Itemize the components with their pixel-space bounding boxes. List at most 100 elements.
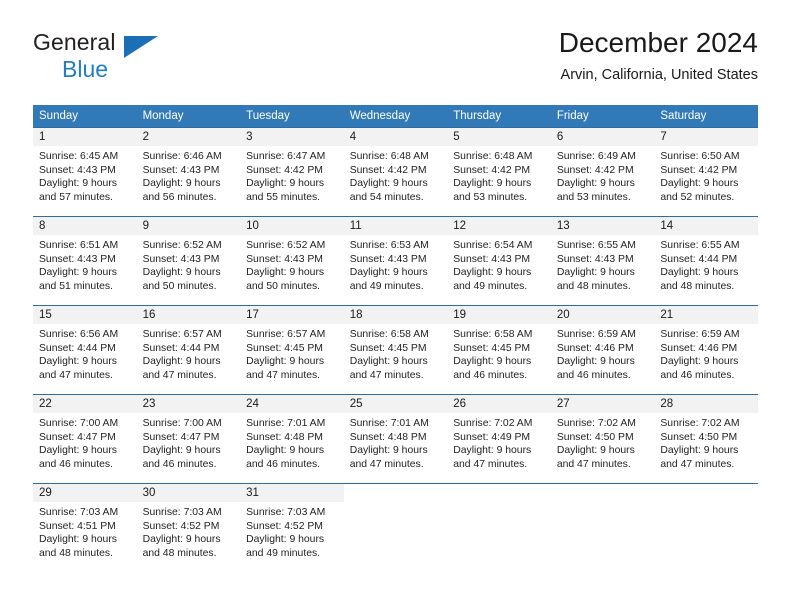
sunset-text: Sunset: 4:47 PM	[142, 431, 220, 443]
page-header: General Blue December 2024 Arvin, Califo…	[33, 26, 758, 94]
day-number: 7	[654, 128, 758, 146]
day-number: 27	[550, 395, 655, 413]
day-number: 26	[447, 395, 551, 413]
sunset-text: Sunset: 4:43 PM	[349, 253, 427, 265]
day-details: Sunrise: 6:59 AM Sunset: 4:46 PM Daylight:…	[551, 324, 655, 382]
calendar-day-cell-empty	[447, 483, 551, 568]
calendar-day-cell[interactable]: 26 Sunrise: 7:02 AM Sunset: 4:49 PM Dayligh…	[447, 394, 551, 484]
sunset-text: Sunset: 4:42 PM	[349, 164, 427, 176]
day-details: Sunrise: 7:03 AM Sunset: 4:51 PM Daylight:…	[33, 502, 137, 560]
sunset-text: Sunset: 4:43 PM	[142, 253, 220, 265]
daylight-text-line1: Daylight: 9 hours	[349, 267, 428, 279]
calendar-day-cell[interactable]: 23 Sunrise: 7:00 AM Sunset: 4:47 PM Dayligh…	[136, 394, 241, 484]
daylight-text-line2: and 47 minutes.	[246, 369, 321, 381]
sunset-text: Sunset: 4:42 PM	[660, 164, 738, 176]
calendar-day-cell[interactable]: 3 Sunrise: 6:47 AM Sunset: 4:42 PM Daylight…	[240, 127, 344, 217]
sunrise-text: Sunrise: 6:57 AM	[142, 329, 222, 340]
daylight-text-line1: Daylight: 9 hours	[246, 534, 325, 546]
day-number: 29	[33, 484, 137, 502]
day-number: 4	[343, 128, 448, 146]
day-number: 8	[33, 217, 137, 235]
daylight-text-line1: Daylight: 9 hours	[556, 445, 635, 457]
sunset-text: Sunset: 4:46 PM	[556, 342, 634, 354]
day-number: 10	[240, 217, 344, 235]
sunrise-text: Sunrise: 7:00 AM	[39, 418, 119, 429]
weekday-header-tuesday: Tuesday	[240, 105, 344, 128]
day-number: 5	[447, 128, 551, 146]
day-details: Sunrise: 6:49 AM Sunset: 4:42 PM Daylight:…	[551, 146, 655, 204]
daylight-text-line1: Daylight: 9 hours	[142, 178, 221, 190]
daylight-text-line1: Daylight: 9 hours	[142, 534, 221, 546]
calendar-day-cell[interactable]: 10 Sunrise: 6:52 AM Sunset: 4:43 PM Dayligh…	[240, 216, 344, 306]
daylight-text-line1: Daylight: 9 hours	[39, 178, 117, 190]
calendar-day-cell[interactable]: 13 Sunrise: 6:55 AM Sunset: 4:43 PM Dayligh…	[550, 216, 655, 306]
day-details: Sunrise: 6:50 AM Sunset: 4:42 PM Daylight:…	[654, 146, 758, 204]
sunset-text: Sunset: 4:45 PM	[246, 342, 323, 354]
calendar-day-cell[interactable]: 8 Sunrise: 6:51 AM Sunset: 4:43 PM Daylight…	[33, 216, 137, 306]
daylight-text-line1: Daylight: 9 hours	[453, 356, 532, 368]
day-details: Sunrise: 7:02 AM Sunset: 4:50 PM Daylight:…	[654, 413, 758, 471]
calendar-day-cell[interactable]: 22 Sunrise: 7:00 AM Sunset: 4:47 PM Dayligh…	[33, 394, 137, 484]
calendar-day-cell[interactable]: 14 Sunrise: 6:55 AM Sunset: 4:44 PM Dayligh…	[654, 216, 758, 306]
day-number: 20	[550, 306, 655, 324]
day-details: Sunrise: 6:56 AM Sunset: 4:44 PM Daylight:…	[33, 324, 137, 382]
daylight-text-line1: Daylight: 9 hours	[246, 445, 325, 457]
calendar-body: 1 Sunrise: 6:45 AM Sunset: 4:43 PM Daylight…	[33, 127, 758, 568]
daylight-text-line2: and 55 minutes.	[246, 191, 321, 203]
day-details	[344, 502, 448, 506]
day-number: 2	[136, 128, 241, 146]
day-number: 6	[550, 128, 655, 146]
calendar-day-cell[interactable]: 28 Sunrise: 7:02 AM Sunset: 4:50 PM Dayligh…	[654, 394, 758, 484]
calendar-day-cell[interactable]: 4 Sunrise: 6:48 AM Sunset: 4:42 PM Daylight…	[343, 127, 448, 217]
calendar-day-cell[interactable]: 7 Sunrise: 6:50 AM Sunset: 4:42 PM Daylight…	[654, 127, 758, 217]
sunrise-text: Sunrise: 6:54 AM	[453, 240, 533, 251]
daylight-text-line2: and 47 minutes.	[660, 458, 735, 470]
sunrise-text: Sunrise: 6:56 AM	[39, 329, 119, 340]
calendar-day-cell[interactable]: 27 Sunrise: 7:02 AM Sunset: 4:50 PM Dayligh…	[550, 394, 655, 484]
sunset-text: Sunset: 4:42 PM	[246, 164, 323, 176]
daylight-text-line2: and 46 minutes.	[453, 369, 528, 381]
calendar-day-cell[interactable]: 11 Sunrise: 6:53 AM Sunset: 4:43 PM Dayligh…	[343, 216, 448, 306]
sunrise-text: Sunrise: 7:03 AM	[142, 507, 222, 518]
sunset-text: Sunset: 4:43 PM	[142, 164, 220, 176]
calendar-day-cell[interactable]: 19 Sunrise: 6:58 AM Sunset: 4:45 PM Dayligh…	[447, 305, 551, 395]
daylight-text-line2: and 57 minutes.	[39, 191, 113, 203]
daylight-text-line2: and 52 minutes.	[660, 191, 735, 203]
calendar-day-cell[interactable]: 15 Sunrise: 6:56 AM Sunset: 4:44 PM Dayligh…	[33, 305, 137, 395]
calendar-day-cell[interactable]: 12 Sunrise: 6:54 AM Sunset: 4:43 PM Dayligh…	[447, 216, 551, 306]
calendar-day-cell[interactable]: 31 Sunrise: 7:03 AM Sunset: 4:52 PM Dayligh…	[240, 483, 344, 568]
calendar-day-cell[interactable]: 21 Sunrise: 6:59 AM Sunset: 4:46 PM Dayligh…	[654, 305, 758, 395]
day-number	[654, 484, 758, 502]
sunset-text: Sunset: 4:50 PM	[660, 431, 738, 443]
day-number	[343, 484, 448, 502]
calendar-day-cell[interactable]: 6 Sunrise: 6:49 AM Sunset: 4:42 PM Daylight…	[550, 127, 655, 217]
daylight-text-line2: and 50 minutes.	[246, 280, 321, 292]
calendar-day-cell[interactable]: 18 Sunrise: 6:58 AM Sunset: 4:45 PM Dayligh…	[343, 305, 448, 395]
day-number: 1	[33, 128, 137, 146]
day-details: Sunrise: 6:45 AM Sunset: 4:43 PM Daylight:…	[33, 146, 137, 204]
sunset-text: Sunset: 4:48 PM	[349, 431, 427, 443]
calendar-day-cell[interactable]: 1 Sunrise: 6:45 AM Sunset: 4:43 PM Daylight…	[33, 127, 137, 217]
day-details: Sunrise: 6:58 AM Sunset: 4:45 PM Daylight:…	[344, 324, 448, 382]
sunrise-text: Sunrise: 6:47 AM	[246, 151, 326, 162]
sunrise-text: Sunrise: 6:48 AM	[349, 151, 429, 162]
day-number: 17	[240, 306, 344, 324]
calendar-day-cell[interactable]: 25 Sunrise: 7:01 AM Sunset: 4:48 PM Dayligh…	[343, 394, 448, 484]
calendar-day-cell[interactable]: 5 Sunrise: 6:48 AM Sunset: 4:42 PM Daylight…	[447, 127, 551, 217]
day-details: Sunrise: 6:54 AM Sunset: 4:43 PM Daylight:…	[447, 235, 551, 293]
calendar-day-cell[interactable]: 30 Sunrise: 7:03 AM Sunset: 4:52 PM Dayligh…	[136, 483, 241, 568]
daylight-text-line1: Daylight: 9 hours	[349, 178, 428, 190]
day-details: Sunrise: 6:53 AM Sunset: 4:43 PM Daylight:…	[344, 235, 448, 293]
sunrise-text: Sunrise: 6:46 AM	[142, 151, 222, 162]
calendar-day-cell[interactable]: 9 Sunrise: 6:52 AM Sunset: 4:43 PM Daylight…	[136, 216, 241, 306]
calendar-day-cell[interactable]: 17 Sunrise: 6:57 AM Sunset: 4:45 PM Dayligh…	[240, 305, 344, 395]
day-number: 25	[343, 395, 448, 413]
calendar-day-cell[interactable]: 20 Sunrise: 6:59 AM Sunset: 4:46 PM Dayligh…	[550, 305, 655, 395]
sunset-text: Sunset: 4:50 PM	[556, 431, 634, 443]
calendar-day-cell[interactable]: 24 Sunrise: 7:01 AM Sunset: 4:48 PM Dayligh…	[240, 394, 344, 484]
calendar-day-cell[interactable]: 2 Sunrise: 6:46 AM Sunset: 4:43 PM Daylight…	[136, 127, 241, 217]
daylight-text-line2: and 47 minutes.	[349, 369, 424, 381]
calendar-day-cell[interactable]: 16 Sunrise: 6:57 AM Sunset: 4:44 PM Dayligh…	[136, 305, 241, 395]
calendar-day-cell[interactable]: 29 Sunrise: 7:03 AM Sunset: 4:51 PM Dayligh…	[33, 483, 137, 568]
brand-logo[interactable]: General Blue	[33, 31, 233, 86]
